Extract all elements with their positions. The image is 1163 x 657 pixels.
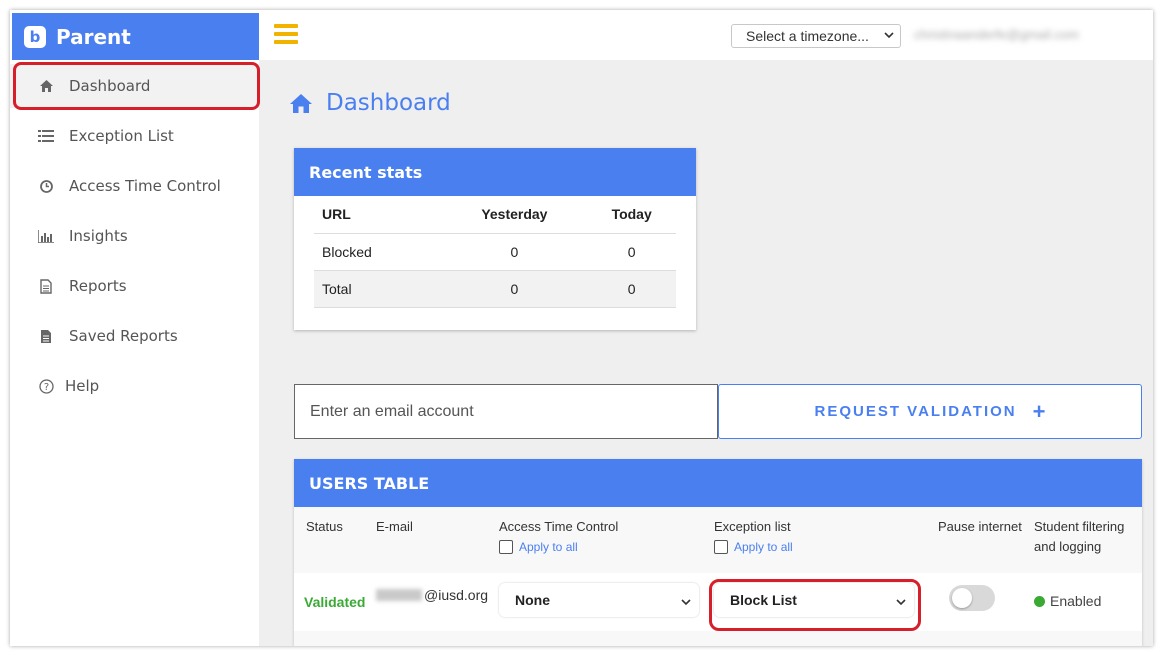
exception-list-value: Block List [730, 592, 797, 608]
brand-name: Parent [56, 24, 131, 49]
menu-toggle-icon[interactable] [274, 24, 298, 44]
question-icon: ? [37, 378, 55, 394]
home-icon [290, 93, 312, 113]
sidebar-item-dashboard[interactable]: Dashboard [10, 64, 259, 108]
brand-logo: b [24, 25, 46, 48]
column-header: URL [314, 196, 442, 234]
apply-to-all-label: Apply to all [519, 540, 578, 554]
plus-icon: + [1032, 398, 1046, 424]
users-table-title: USERS TABLE [294, 459, 1142, 507]
column-header-label: Exception list [714, 519, 791, 534]
page-title-text: Dashboard [326, 90, 451, 116]
table-cell: Total [314, 270, 442, 308]
sidebar-item-label: Help [65, 377, 100, 395]
table-cell: 0 [587, 233, 676, 271]
sidebar-item-label: Access Time Control [69, 177, 221, 195]
column-header-status: Status [306, 519, 343, 534]
column-header: Yesterday [441, 196, 588, 234]
redacted-email-prefix [376, 589, 422, 601]
chevron-down-icon [884, 28, 894, 45]
access-apply-to-all[interactable]: Apply to all [499, 537, 618, 557]
pause-internet-toggle[interactable] [949, 585, 995, 611]
user-email: @iusd.org [376, 587, 488, 603]
sidebar-item-reports[interactable]: Reports [10, 264, 259, 308]
timezone-select-value: Select a timezone... [746, 28, 869, 44]
home-icon [37, 80, 55, 92]
chevron-down-icon [681, 594, 691, 610]
page-title: Dashboard [290, 90, 451, 116]
sidebar-item-help[interactable]: ? Help [10, 364, 259, 408]
app-window: b Parent Dashboard Exception List Access… [10, 10, 1153, 646]
toggle-knob [952, 588, 972, 608]
table-header-row: URL Yesterday Today [314, 196, 676, 234]
user-account-menu[interactable]: christinaanderfe@gmail.com [914, 27, 1114, 43]
users-table-card: USERS TABLE Status E-mail Access Time Co… [294, 459, 1142, 646]
apply-to-all-checkbox[interactable] [714, 540, 728, 554]
request-validation-button[interactable]: REQUEST VALIDATION + [718, 384, 1142, 439]
request-validation-label: REQUEST VALIDATION [814, 403, 1017, 420]
bar-chart-icon [37, 229, 55, 243]
svg-text:?: ? [43, 382, 48, 393]
table-cell: 0 [441, 270, 588, 308]
document-icon [37, 278, 55, 294]
table-row: Blocked 0 0 [314, 233, 676, 271]
table-row: Total 0 0 [314, 270, 676, 308]
sidebar-item-saved-reports[interactable]: Saved Reports [10, 314, 259, 358]
apply-to-all-checkbox[interactable] [499, 540, 513, 554]
table-cell: 0 [587, 270, 676, 308]
recent-stats-title: Recent stats [294, 148, 696, 196]
table-row: Validated @iusd.org None Block List Enab… [294, 573, 1142, 631]
column-header-student-filtering: Student filtering and logging [1034, 517, 1124, 557]
timezone-select[interactable]: Select a timezone... [731, 24, 901, 48]
clock-icon [37, 179, 55, 193]
column-header-label: and logging [1034, 539, 1102, 554]
brand-header[interactable]: b Parent [12, 13, 259, 60]
enabled-dot-icon [1034, 595, 1045, 607]
saved-document-icon [37, 329, 55, 344]
list-icon [37, 130, 55, 142]
sidebar-item-label: Dashboard [69, 77, 151, 95]
email-account-input[interactable]: Enter an email account [294, 384, 718, 439]
sidebar-item-access-time-control[interactable]: Access Time Control [10, 164, 259, 208]
column-header-exception-list: Exception list Apply to all [714, 517, 793, 557]
sidebar-item-label: Reports [69, 277, 127, 295]
column-header-email: E-mail [376, 519, 413, 534]
filtering-status: Enabled [1034, 593, 1101, 609]
table-cell: Blocked [314, 233, 442, 271]
exception-apply-to-all[interactable]: Apply to all [714, 537, 793, 557]
exception-list-select[interactable]: Block List [714, 583, 914, 617]
access-time-control-select[interactable]: None [499, 583, 699, 617]
top-bar: Select a timezone... christinaanderfe@gm… [259, 10, 1153, 60]
column-header: Today [587, 196, 676, 234]
access-time-control-value: None [515, 592, 550, 608]
column-header-pause-internet: Pause internet [938, 519, 1022, 534]
sidebar-item-exception-list[interactable]: Exception List [10, 114, 259, 158]
recent-stats-card: Recent stats URL Yesterday Today Blocked… [294, 148, 696, 330]
recent-stats-table: URL Yesterday Today Blocked 0 0 Total 0 … [314, 196, 676, 308]
column-header-label: Student filtering [1034, 519, 1125, 534]
sidebar-item-label: Exception List [69, 127, 174, 145]
filtering-status-text: Enabled [1050, 593, 1102, 609]
table-cell: 0 [441, 233, 588, 271]
apply-to-all-label: Apply to all [734, 540, 793, 554]
status-badge: Validated [304, 594, 366, 610]
sidebar-item-label: Saved Reports [69, 327, 178, 345]
chevron-down-icon [896, 594, 906, 610]
sidebar: b Parent Dashboard Exception List Access… [10, 10, 260, 646]
sidebar-item-insights[interactable]: Insights [10, 214, 259, 258]
column-header-access-time-control: Access Time Control Apply to all [499, 517, 618, 557]
email-domain: @iusd.org [424, 587, 489, 603]
sidebar-item-label: Insights [69, 227, 128, 245]
column-header-label: Access Time Control [499, 519, 619, 534]
